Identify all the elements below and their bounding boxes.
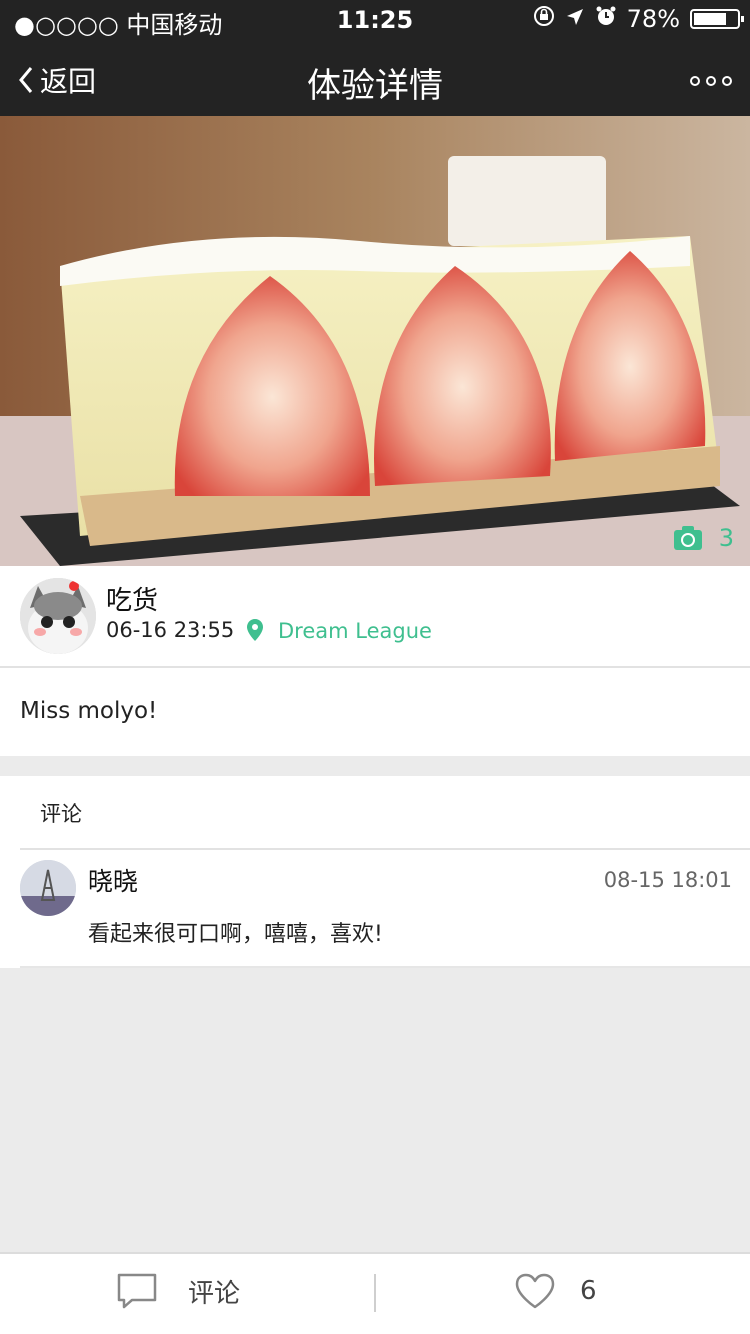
cat-avatar-image bbox=[20, 578, 96, 654]
comment-text: 看起来很可口啊，嘻嘻，喜欢! bbox=[88, 922, 383, 947]
battery-percent: 78% bbox=[626, 5, 680, 33]
like-count: 6 bbox=[580, 1276, 597, 1306]
post-author-section: 吃货 06-16 23:55 Dream League bbox=[0, 566, 750, 668]
bottom-action-bar: 评论 6 bbox=[0, 1252, 750, 1334]
post-text: Miss molyo! bbox=[20, 698, 158, 724]
comment-bubble-icon bbox=[117, 1273, 157, 1309]
author-name[interactable]: 吃货 bbox=[106, 580, 158, 617]
paris-avatar-image bbox=[20, 860, 76, 916]
cake-photo-illustration bbox=[0, 116, 750, 566]
more-options-button[interactable] bbox=[690, 76, 732, 86]
heart-icon bbox=[515, 1273, 555, 1309]
post-location-link[interactable]: Dream League bbox=[278, 619, 432, 643]
battery-icon bbox=[690, 9, 744, 29]
more-dot-icon bbox=[690, 76, 700, 86]
status-right-group: 78% bbox=[533, 5, 744, 33]
more-dot-icon bbox=[706, 76, 716, 86]
location-pin-icon bbox=[247, 619, 263, 641]
camera-icon bbox=[673, 526, 702, 550]
location-arrow-icon bbox=[565, 5, 585, 33]
post-content: Miss molyo! bbox=[0, 668, 750, 756]
photo-count-badge: 3 bbox=[673, 524, 734, 552]
post-time: 06-16 23:55 bbox=[106, 618, 235, 642]
orientation-lock-icon bbox=[533, 5, 555, 33]
comment-button[interactable]: 评论 bbox=[116, 1272, 240, 1310]
like-button[interactable]: 6 bbox=[514, 1272, 597, 1310]
hero-photo[interactable]: 3 bbox=[0, 116, 750, 566]
comment-time: 08-15 18:01 bbox=[603, 868, 732, 892]
comment-button-label: 评论 bbox=[188, 1278, 241, 1309]
comment-author[interactable]: 晓晓 bbox=[88, 862, 138, 898]
alarm-icon bbox=[595, 5, 617, 33]
comments-section: 评论 晓晓 08-15 18:01 看起来很可口啊，嘻嘻，喜欢! bbox=[0, 776, 750, 968]
divider bbox=[20, 848, 750, 850]
battery-fill bbox=[694, 13, 726, 25]
author-avatar[interactable] bbox=[20, 578, 96, 654]
nav-bar: 返回 体验详情 bbox=[0, 40, 750, 116]
more-dot-icon bbox=[722, 76, 732, 86]
status-bar: ●○○○○ 中国移动 11:25 78% bbox=[0, 0, 750, 40]
page-title: 体验详情 bbox=[307, 66, 443, 106]
commenter-avatar[interactable] bbox=[20, 860, 76, 916]
divider bbox=[374, 1274, 376, 1312]
divider bbox=[20, 966, 750, 968]
photo-count: 3 bbox=[718, 524, 734, 552]
comments-header: 评论 bbox=[40, 802, 82, 826]
